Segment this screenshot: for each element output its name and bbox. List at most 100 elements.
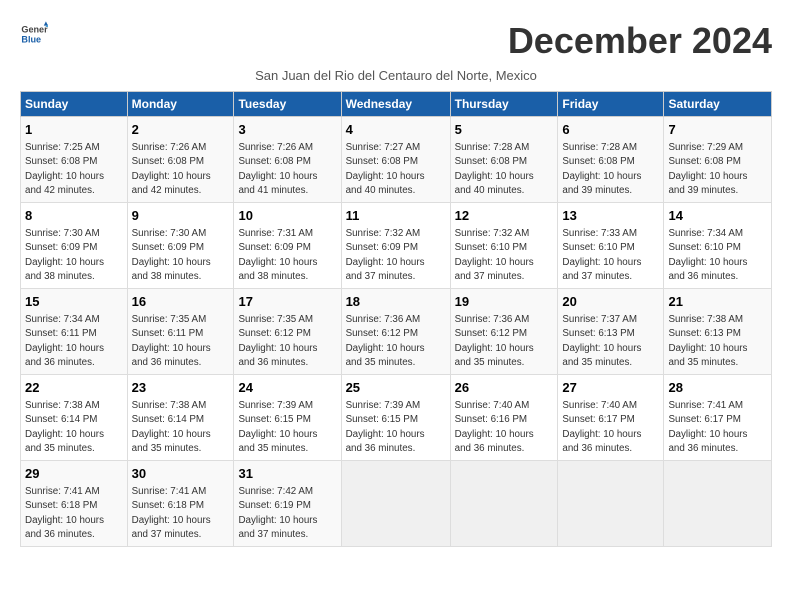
- day-info: Sunrise: 7:35 AM Sunset: 6:12 PM Dayligh…: [238, 313, 336, 370]
- table-cell: 12 Sunrise: 7:32 AM Sunset: 6:10 PM Dayli…: [450, 203, 558, 289]
- day-info: Sunrise: 7:34 AM Sunset: 6:10 PM Dayligh…: [668, 227, 767, 284]
- day-info: Sunrise: 7:39 AM Sunset: 6:15 PM Dayligh…: [346, 399, 446, 456]
- table-cell: [341, 461, 450, 547]
- day-info: Sunrise: 7:40 AM Sunset: 6:16 PM Dayligh…: [455, 399, 554, 456]
- day-number: 31: [238, 465, 336, 483]
- day-info: Sunrise: 7:37 AM Sunset: 6:13 PM Dayligh…: [562, 313, 659, 370]
- day-info: Sunrise: 7:38 AM Sunset: 6:13 PM Dayligh…: [668, 313, 767, 370]
- day-number: 14: [668, 207, 767, 225]
- table-cell: 7 Sunrise: 7:29 AM Sunset: 6:08 PM Daylig…: [664, 117, 772, 203]
- day-number: 23: [132, 379, 230, 397]
- day-info: Sunrise: 7:25 AM Sunset: 6:08 PM Dayligh…: [25, 141, 123, 198]
- table-cell: 3 Sunrise: 7:26 AM Sunset: 6:08 PM Daylig…: [234, 117, 341, 203]
- day-info: Sunrise: 7:30 AM Sunset: 6:09 PM Dayligh…: [25, 227, 123, 284]
- col-wednesday: Wednesday: [341, 92, 450, 117]
- col-sunday: Sunday: [21, 92, 128, 117]
- day-number: 21: [668, 293, 767, 311]
- day-info: Sunrise: 7:33 AM Sunset: 6:10 PM Dayligh…: [562, 227, 659, 284]
- table-cell: 15 Sunrise: 7:34 AM Sunset: 6:11 PM Dayli…: [21, 289, 128, 375]
- subtitle: San Juan del Rio del Centauro del Norte,…: [20, 68, 772, 83]
- svg-text:General: General: [21, 25, 48, 35]
- day-number: 28: [668, 379, 767, 397]
- logo: General Blue: [20, 20, 50, 48]
- day-info: Sunrise: 7:39 AM Sunset: 6:15 PM Dayligh…: [238, 399, 336, 456]
- table-cell: 27 Sunrise: 7:40 AM Sunset: 6:17 PM Dayli…: [558, 375, 664, 461]
- day-info: Sunrise: 7:30 AM Sunset: 6:09 PM Dayligh…: [132, 227, 230, 284]
- day-info: Sunrise: 7:27 AM Sunset: 6:08 PM Dayligh…: [346, 141, 446, 198]
- day-info: Sunrise: 7:38 AM Sunset: 6:14 PM Dayligh…: [132, 399, 230, 456]
- table-cell: 6 Sunrise: 7:28 AM Sunset: 6:08 PM Daylig…: [558, 117, 664, 203]
- day-info: Sunrise: 7:38 AM Sunset: 6:14 PM Dayligh…: [25, 399, 123, 456]
- table-cell: 16 Sunrise: 7:35 AM Sunset: 6:11 PM Dayli…: [127, 289, 234, 375]
- day-info: Sunrise: 7:40 AM Sunset: 6:17 PM Dayligh…: [562, 399, 659, 456]
- day-number: 2: [132, 121, 230, 139]
- table-cell: 25 Sunrise: 7:39 AM Sunset: 6:15 PM Dayli…: [341, 375, 450, 461]
- day-number: 10: [238, 207, 336, 225]
- table-cell: 17 Sunrise: 7:35 AM Sunset: 6:12 PM Dayli…: [234, 289, 341, 375]
- col-friday: Friday: [558, 92, 664, 117]
- table-cell: 4Sunrise: 7:27 AM Sunset: 6:08 PM Daylig…: [341, 117, 450, 203]
- day-info: Sunrise: 7:28 AM Sunset: 6:08 PM Dayligh…: [562, 141, 659, 198]
- table-cell: 18Sunrise: 7:36 AM Sunset: 6:12 PM Dayli…: [341, 289, 450, 375]
- day-info: Sunrise: 7:32 AM Sunset: 6:10 PM Dayligh…: [455, 227, 554, 284]
- day-info: Sunrise: 7:34 AM Sunset: 6:11 PM Dayligh…: [25, 313, 123, 370]
- day-info: Sunrise: 7:31 AM Sunset: 6:09 PM Dayligh…: [238, 227, 336, 284]
- col-monday: Monday: [127, 92, 234, 117]
- day-number: 16: [132, 293, 230, 311]
- table-cell: 24 Sunrise: 7:39 AM Sunset: 6:15 PM Dayli…: [234, 375, 341, 461]
- day-number: 24: [238, 379, 336, 397]
- table-cell: 22 Sunrise: 7:38 AM Sunset: 6:14 PM Dayli…: [21, 375, 128, 461]
- table-cell: 2 Sunrise: 7:26 AM Sunset: 6:08 PM Daylig…: [127, 117, 234, 203]
- day-number: 12: [455, 207, 554, 225]
- day-number: 25: [346, 379, 446, 397]
- day-number: 11: [346, 207, 446, 225]
- table-cell: 10 Sunrise: 7:31 AM Sunset: 6:09 PM Dayli…: [234, 203, 341, 289]
- day-info: Sunrise: 7:41 AM Sunset: 6:18 PM Dayligh…: [25, 485, 123, 542]
- day-info: Sunrise: 7:36 AM Sunset: 6:12 PM Dayligh…: [346, 313, 446, 370]
- table-cell: [664, 461, 772, 547]
- day-number: 1: [25, 121, 123, 139]
- day-number: 15: [25, 293, 123, 311]
- col-thursday: Thursday: [450, 92, 558, 117]
- table-cell: 29 Sunrise: 7:41 AM Sunset: 6:18 PM Dayli…: [21, 461, 128, 547]
- day-number: 30: [132, 465, 230, 483]
- day-info: Sunrise: 7:26 AM Sunset: 6:08 PM Dayligh…: [238, 141, 336, 198]
- header: General Blue December 2024: [20, 20, 772, 62]
- day-info: Sunrise: 7:28 AM Sunset: 6:08 PM Dayligh…: [455, 141, 554, 198]
- table-cell: 30Sunrise: 7:41 AM Sunset: 6:18 PM Dayli…: [127, 461, 234, 547]
- day-number: 17: [238, 293, 336, 311]
- day-number: 9: [132, 207, 230, 225]
- day-number: 13: [562, 207, 659, 225]
- day-number: 26: [455, 379, 554, 397]
- day-info: Sunrise: 7:29 AM Sunset: 6:08 PM Dayligh…: [668, 141, 767, 198]
- day-info: Sunrise: 7:36 AM Sunset: 6:12 PM Dayligh…: [455, 313, 554, 370]
- day-info: Sunrise: 7:42 AM Sunset: 6:19 PM Dayligh…: [238, 485, 336, 542]
- table-cell: [558, 461, 664, 547]
- table-cell: 11 Sunrise: 7:32 AM Sunset: 6:09 PM Dayli…: [341, 203, 450, 289]
- day-number: 3: [238, 121, 336, 139]
- table-cell: 20Sunrise: 7:37 AM Sunset: 6:13 PM Dayli…: [558, 289, 664, 375]
- day-number: 29: [25, 465, 123, 483]
- table-cell: 26 Sunrise: 7:40 AM Sunset: 6:16 PM Dayli…: [450, 375, 558, 461]
- day-info: Sunrise: 7:35 AM Sunset: 6:11 PM Dayligh…: [132, 313, 230, 370]
- table-cell: 23 Sunrise: 7:38 AM Sunset: 6:14 PM Dayli…: [127, 375, 234, 461]
- month-title: December 2024: [508, 20, 772, 62]
- day-number: 27: [562, 379, 659, 397]
- day-info: Sunrise: 7:26 AM Sunset: 6:08 PM Dayligh…: [132, 141, 230, 198]
- col-tuesday: Tuesday: [234, 92, 341, 117]
- svg-text:Blue: Blue: [21, 34, 41, 44]
- table-cell: 31 Sunrise: 7:42 AM Sunset: 6:19 PM Dayli…: [234, 461, 341, 547]
- table-cell: [450, 461, 558, 547]
- day-number: 19: [455, 293, 554, 311]
- col-saturday: Saturday: [664, 92, 772, 117]
- table-cell: 5Sunrise: 7:28 AM Sunset: 6:08 PM Daylig…: [450, 117, 558, 203]
- day-number: 7: [668, 121, 767, 139]
- table-cell: 9 Sunrise: 7:30 AM Sunset: 6:09 PM Daylig…: [127, 203, 234, 289]
- day-info: Sunrise: 7:32 AM Sunset: 6:09 PM Dayligh…: [346, 227, 446, 284]
- day-number: 22: [25, 379, 123, 397]
- day-number: 6: [562, 121, 659, 139]
- day-info: Sunrise: 7:41 AM Sunset: 6:17 PM Dayligh…: [668, 399, 767, 456]
- table-cell: 21 Sunrise: 7:38 AM Sunset: 6:13 PM Dayli…: [664, 289, 772, 375]
- table-cell: 1 Sunrise: 7:25 AM Sunset: 6:08 PM Daylig…: [21, 117, 128, 203]
- table-cell: 14 Sunrise: 7:34 AM Sunset: 6:10 PM Dayli…: [664, 203, 772, 289]
